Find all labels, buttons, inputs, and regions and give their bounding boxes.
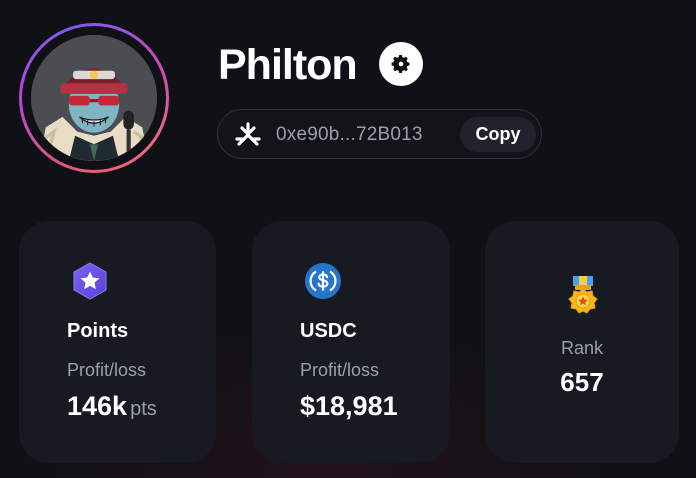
avatar-frame <box>22 26 166 170</box>
usdc-subtitle: Profit/loss <box>300 360 380 380</box>
wallet-network-icon <box>235 122 261 146</box>
copy-address-button[interactable]: Copy <box>460 117 536 152</box>
star-hexagon-icon <box>73 262 107 300</box>
points-title: Points <box>67 320 129 342</box>
usdc-coin-icon <box>305 263 341 299</box>
medal-icon <box>568 276 598 314</box>
wallet-address: 0xe90b...72B013 <box>276 124 423 145</box>
rank-card: Rank 657 <box>485 221 679 463</box>
gear-icon <box>391 55 410 73</box>
wallet-address-pill: 0xe90b...72B013 Copy <box>217 109 542 159</box>
points-unit: pts <box>130 398 157 420</box>
points-amount: 146k <box>67 391 128 421</box>
avatar[interactable] <box>31 35 157 161</box>
usdc-card: USDC Profit/loss $18,981 <box>252 221 450 463</box>
usdc-title: USDC <box>300 320 357 342</box>
rank-label: Rank <box>560 338 604 358</box>
rank-value: 657 <box>560 367 604 397</box>
username: Philton <box>218 41 358 89</box>
avatar-character-icon <box>31 35 157 161</box>
points-value: 146k pts <box>67 389 157 426</box>
avatar-ring <box>19 23 169 173</box>
settings-button[interactable] <box>379 42 423 86</box>
points-subtitle: Profit/loss <box>67 360 147 380</box>
points-card: Points Profit/loss 146k pts <box>19 221 216 463</box>
usdc-value: $18,981 <box>300 391 398 421</box>
